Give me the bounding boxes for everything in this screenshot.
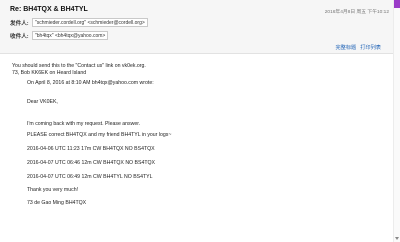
header-actions: 完整标题 打印列表 <box>335 44 381 51</box>
to-label: 收件人: <box>10 33 29 40</box>
from-label: 发件人: <box>10 20 29 27</box>
email-subject: Re: BH4TQX & BH4TYL <box>10 6 88 13</box>
body-line: 73, Bob KK6EK on Heard Island <box>12 70 87 76</box>
to-row: 收件人: "bh4tqx" <bh4tqx@yahoo.com> <box>10 31 109 40</box>
to-address[interactable]: "bh4tqx" <bh4tqx@yahoo.com> <box>32 31 109 40</box>
vertical-scrollbar[interactable] <box>393 0 400 242</box>
quote-greeting: Dear VK0EK, <box>27 99 58 105</box>
full-header-link[interactable]: 完整标题 <box>335 44 356 51</box>
quote-intro: On April 8, 2016 at 8:10 AM bh4tqx@yahoo… <box>27 80 154 86</box>
email-datetime: 2016年4月8日 周五 下午10:12 <box>324 10 389 15</box>
from-address[interactable]: "schmieder.cordell.org" <schmieder@corde… <box>32 18 148 27</box>
quote-thanks: Thank you very much! <box>27 187 79 193</box>
from-row: 发件人: "schmieder.cordell.org" <schmieder@… <box>10 18 148 27</box>
quote-paragraph: PLEASE correct BH4TQX and my friend BH4T… <box>27 132 172 138</box>
scrollbar-thumb[interactable] <box>394 0 400 8</box>
email-header: Re: BH4TQX & BH4TYL 2016年4月8日 周五 下午10:12… <box>0 0 393 54</box>
quote-signature: 73 de Gao Ming BH4TQX <box>27 200 87 206</box>
body-line: You should send this to the "Contact us"… <box>12 63 146 69</box>
quote-paragraph: I'm coming back with my request. Please … <box>27 121 141 127</box>
log-entry: 2016-04-07 UTC 06:49 12m CW BH4TYL NO BS… <box>27 174 153 180</box>
print-link[interactable]: 打印列表 <box>360 44 381 51</box>
log-entry: 2016-04-06 UTC 11:23 17m CW BH4TQX NO BS… <box>27 146 155 152</box>
log-entry: 2016-04-07 UTC 06:46 12m CW BH4TQX NO BS… <box>27 160 156 166</box>
scroll-down-icon[interactable] <box>395 237 399 240</box>
